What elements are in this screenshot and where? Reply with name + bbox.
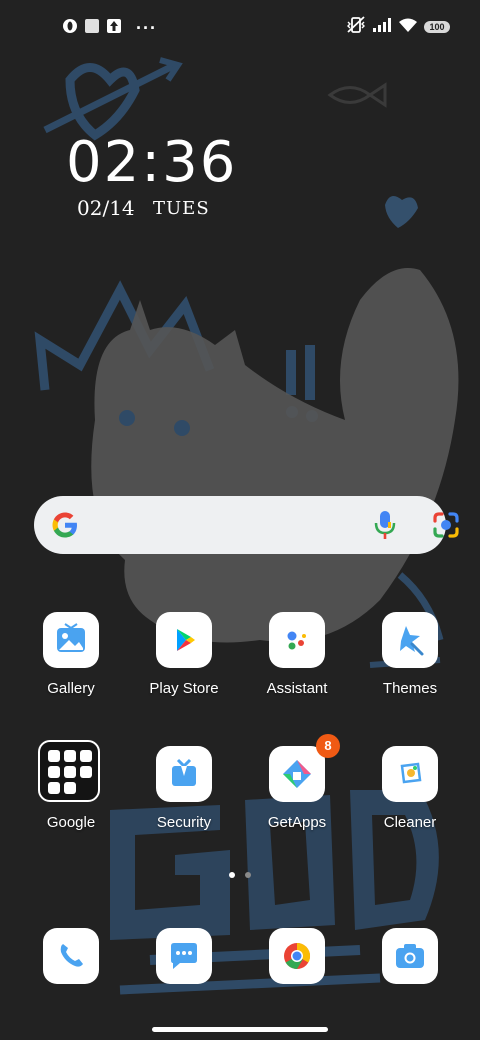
page-indicator-dot[interactable]	[245, 872, 251, 878]
google-g-icon	[50, 510, 80, 545]
folder-google[interactable]: Google	[16, 740, 126, 846]
folder-mini-app	[64, 750, 76, 762]
app-play-store[interactable]: Play Store	[129, 612, 239, 712]
status-bar-left: ···	[62, 18, 157, 38]
app-label: Play Store	[149, 680, 219, 697]
themes-icon	[400, 626, 424, 656]
signal-icon	[372, 17, 392, 38]
folder-mini-app	[80, 750, 92, 762]
security-tile	[156, 746, 212, 802]
security-icon	[172, 758, 196, 786]
assistant-tile	[269, 612, 325, 668]
app-themes[interactable]: Themes	[355, 612, 465, 712]
status-bar-right: 100	[346, 15, 450, 39]
cleaner-tile	[382, 746, 438, 802]
clock-day[interactable]: TUES	[153, 198, 210, 219]
dock-chrome[interactable]	[269, 928, 325, 984]
status-bar: ··· 100	[0, 0, 480, 56]
folder-mini-app	[48, 766, 60, 778]
page-indicator-dot-active[interactable]	[229, 872, 235, 878]
app-label: Cleaner	[383, 814, 437, 831]
play-store-icon	[177, 629, 195, 651]
folder-icon	[38, 740, 100, 802]
notification-badge: 8	[316, 734, 340, 758]
google-search-bar[interactable]	[34, 496, 459, 554]
getapps-icon	[283, 760, 311, 788]
battery-icon: 100	[424, 21, 450, 33]
play-store-tile	[156, 612, 212, 668]
folder-mini-app	[48, 782, 60, 794]
messages-icon	[171, 943, 197, 969]
gallery-tile	[43, 612, 99, 668]
app-label: Themes	[382, 680, 438, 697]
app-label: Gallery	[47, 680, 95, 697]
upload-icon	[106, 18, 122, 39]
camera-icon	[396, 944, 424, 968]
app-label: Assistant	[266, 680, 328, 697]
lens-camera-icon[interactable]	[432, 511, 460, 544]
folder-mini-app	[64, 766, 76, 778]
home-gesture-bar[interactable]	[152, 1027, 328, 1032]
more-notifications-icon: ···	[136, 18, 157, 38]
getapps-tile	[269, 746, 325, 802]
assistant-icon	[287, 631, 306, 650]
app-label: GetApps	[267, 814, 327, 831]
wifi-icon	[398, 17, 418, 38]
dock-phone[interactable]	[43, 928, 99, 984]
dock-messages[interactable]	[156, 928, 212, 984]
folder-mini-app	[80, 766, 92, 778]
clock-time[interactable]: 02:36	[66, 130, 237, 195]
dock-camera[interactable]	[382, 928, 438, 984]
vibrate-off-icon	[346, 15, 366, 39]
themes-tile	[382, 612, 438, 668]
chrome-icon	[284, 942, 311, 970]
mic-icon[interactable]	[374, 510, 396, 545]
folder-mini-app	[64, 782, 76, 794]
app-label: Security	[156, 814, 212, 831]
opera-icon	[62, 18, 78, 39]
clock-date[interactable]: 02/14	[77, 196, 135, 220]
app-security[interactable]: Security	[129, 746, 239, 846]
gallery-icon	[57, 623, 85, 652]
square-notification-icon	[84, 18, 100, 39]
cleaner-icon	[400, 762, 422, 784]
app-cleaner[interactable]: Cleaner	[355, 746, 465, 846]
app-gallery[interactable]: Gallery	[16, 612, 126, 712]
app-assistant[interactable]: Assistant	[242, 612, 352, 712]
phone-icon	[60, 944, 83, 967]
home-screen: ··· 100 02:36 02/14 TUES Gallery Play St…	[0, 0, 480, 1040]
app-label: Google	[46, 814, 96, 831]
folder-mini-app	[48, 750, 60, 762]
app-getapps[interactable]: 8 GetApps	[242, 734, 352, 846]
